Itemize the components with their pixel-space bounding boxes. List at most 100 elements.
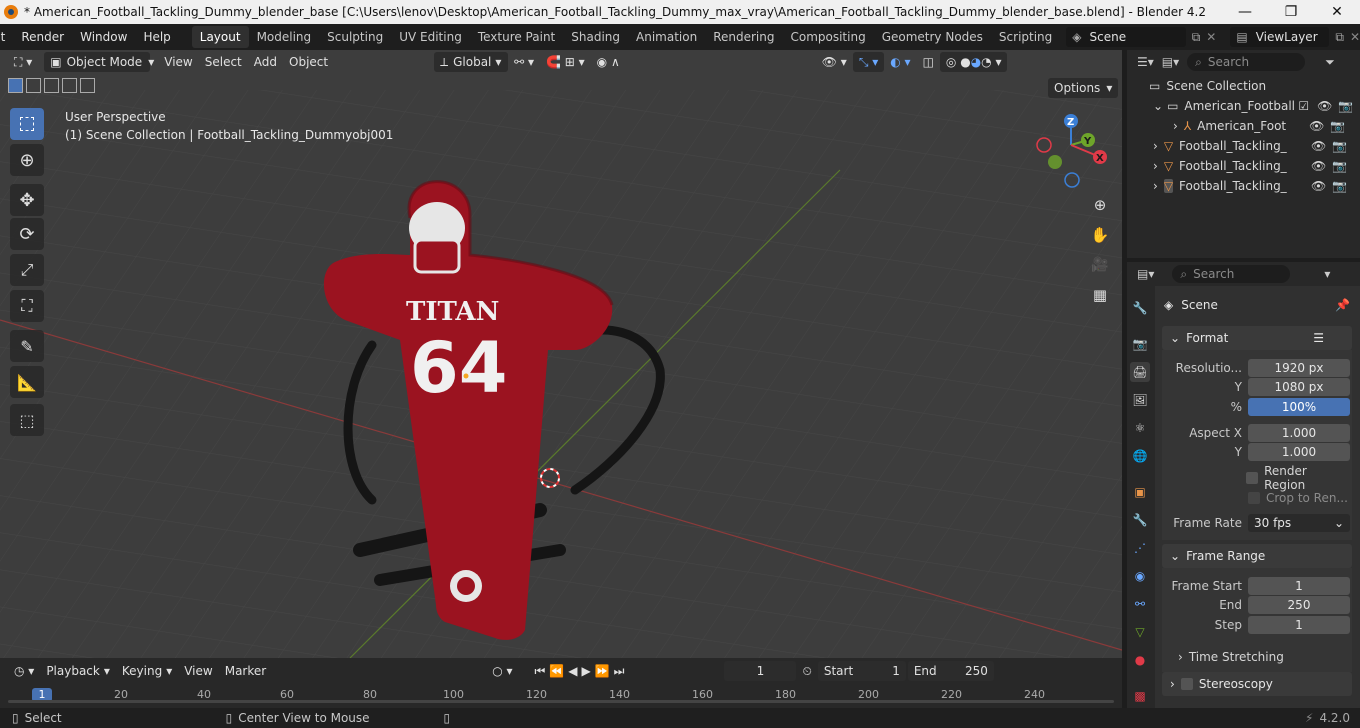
eye-icon[interactable]: 👁 xyxy=(1311,159,1326,173)
add-cube-tool[interactable]: ⬚ xyxy=(10,404,44,436)
eye-icon[interactable]: 👁 xyxy=(1311,179,1326,193)
cursor-tool[interactable]: ⊕ xyxy=(10,144,44,176)
playback-menu[interactable]: Playback ▾ xyxy=(40,661,116,681)
data-tab-icon[interactable]: ▽ xyxy=(1130,622,1150,642)
menu-add[interactable]: Add xyxy=(248,52,283,72)
material-tab-icon[interactable]: ● xyxy=(1130,650,1150,670)
output-tab-icon[interactable]: 🖨 xyxy=(1130,362,1150,382)
zoom-button[interactable]: ⊕ xyxy=(1087,192,1113,218)
menu-object[interactable]: Object xyxy=(283,52,334,72)
camera-render-icon[interactable]: 📷 xyxy=(1332,139,1347,153)
aspect-x-field[interactable]: 1.000 xyxy=(1248,424,1350,442)
frame-start-field[interactable]: 1 xyxy=(1248,577,1350,595)
properties-search[interactable]: ⌕ Search xyxy=(1172,265,1291,283)
timeline-view-menu[interactable]: View xyxy=(178,661,218,681)
menu-window[interactable]: Window xyxy=(72,24,135,50)
outliner-row-mesh-3[interactable]: › ▽ Football_Tackling_ 👁 📷 xyxy=(1127,176,1360,196)
presets-icon[interactable]: ☰ xyxy=(1313,331,1324,345)
physics-tab-icon[interactable]: ◉ xyxy=(1130,566,1150,586)
minimize-button[interactable]: — xyxy=(1222,0,1268,24)
outliner-row-collection[interactable]: ⌄ ▭ American_Football ☑ 👁 📷 xyxy=(1127,96,1360,116)
select-subtract-icon[interactable] xyxy=(44,78,59,93)
resolution-y-field[interactable]: 1080 px xyxy=(1248,378,1350,396)
annotate-tool[interactable]: ✎ xyxy=(10,330,44,362)
camera-render-icon[interactable]: 📷 xyxy=(1332,159,1347,173)
gizmo-toggle-icon[interactable]: ⤡ ▾ xyxy=(852,52,885,72)
end-frame-field[interactable]: End 250 xyxy=(907,661,994,681)
maximize-button[interactable]: ❐ xyxy=(1268,0,1314,24)
timeline-scrollbar[interactable] xyxy=(8,700,1114,703)
tab-layout[interactable]: Layout xyxy=(191,26,249,48)
options-button[interactable]: Options ▾ xyxy=(1048,78,1119,98)
rotate-tool[interactable]: ⟳ xyxy=(10,218,44,250)
resolution-percent-field[interactable]: 100% xyxy=(1248,398,1350,416)
tab-animation[interactable]: Animation xyxy=(628,26,705,48)
tab-modeling[interactable]: Modeling xyxy=(249,26,320,48)
eye-icon[interactable]: 👁 xyxy=(1309,119,1324,133)
crop-checkbox[interactable] xyxy=(1248,492,1260,504)
tab-uv-editing[interactable]: UV Editing xyxy=(391,26,470,48)
object-tab-icon[interactable]: ▣ xyxy=(1130,482,1150,502)
texture-tab-icon[interactable]: ▩ xyxy=(1130,686,1150,706)
tab-compositing[interactable]: Compositing xyxy=(782,26,873,48)
select-invert-icon[interactable] xyxy=(62,78,77,93)
menu-render[interactable]: Render xyxy=(13,24,72,50)
keying-menu[interactable]: Keying ▾ xyxy=(116,661,178,681)
shading-modes-icon[interactable]: ◎ ● ◕ ◔ ▾ xyxy=(939,52,1008,72)
new-scene-icon[interactable]: ⧉ xyxy=(1192,30,1201,45)
select-intersect-icon[interactable] xyxy=(80,78,95,93)
tab-geometry-nodes[interactable]: Geometry Nodes xyxy=(874,26,991,48)
tool-tab-icon[interactable]: 🔧 xyxy=(1130,298,1150,318)
current-frame-field[interactable]: 1 xyxy=(724,661,797,681)
frame-range-panel-header[interactable]: ⌄ Frame Range xyxy=(1162,544,1352,568)
snap-icon[interactable]: 🧲 ⊞ ▾ xyxy=(540,52,591,72)
render-region-checkbox[interactable] xyxy=(1246,472,1259,484)
orientation-selector[interactable]: ⟂ Global ▾ xyxy=(434,52,509,72)
frame-end-field[interactable]: 250 xyxy=(1248,596,1350,614)
camera-render-icon[interactable]: 📷 xyxy=(1332,179,1347,193)
pivot-icon[interactable]: ⚯ ▾ xyxy=(508,52,540,72)
particles-tab-icon[interactable]: ⋰ xyxy=(1130,538,1150,558)
select-new-icon[interactable] xyxy=(8,78,23,93)
view-layer-selector[interactable]: ▤ ViewLayer xyxy=(1230,27,1330,47)
time-stretching-subpanel[interactable]: › Time Stretching xyxy=(1178,647,1284,667)
render-tab-icon[interactable]: 📷 xyxy=(1130,334,1150,354)
render-region-row[interactable]: Render Region xyxy=(1164,464,1350,492)
select-extend-icon[interactable] xyxy=(26,78,41,93)
chevron-down-icon[interactable]: ▾ xyxy=(1324,267,1330,281)
checkbox-icon[interactable]: ☑ xyxy=(1298,99,1309,113)
constraints-tab-icon[interactable]: ⚯ xyxy=(1130,594,1150,614)
scale-tool[interactable]: ⤢ xyxy=(10,254,44,286)
scene-selector[interactable]: ◈ Scene xyxy=(1066,27,1186,47)
tab-rendering[interactable]: Rendering xyxy=(705,26,782,48)
select-mode-icons[interactable] xyxy=(8,78,95,93)
timeline-editor-icon[interactable]: ◷ ▾ xyxy=(8,661,40,681)
outliner-search[interactable]: ⌕ Search xyxy=(1187,53,1306,71)
stereoscopy-checkbox[interactable] xyxy=(1180,678,1193,690)
transform-tool[interactable]: ⛶ xyxy=(10,290,44,322)
move-tool[interactable]: ✥ xyxy=(10,184,44,216)
properties-editor-icon[interactable]: ▤▾ xyxy=(1137,267,1154,281)
menu-lit[interactable]: lit xyxy=(0,24,13,50)
outliner-editor-icon[interactable]: ☰▾ xyxy=(1137,55,1154,69)
menu-select[interactable]: Select xyxy=(199,52,248,72)
delete-scene-icon[interactable]: ✕ xyxy=(1206,30,1216,44)
menu-view[interactable]: View xyxy=(158,52,198,72)
timeline-ruler[interactable]: 1 20 40 60 80 100 120 140 160 180 200 22… xyxy=(8,686,1114,704)
display-mode-icon[interactable]: ▤▾ xyxy=(1162,55,1179,69)
tab-sculpting[interactable]: Sculpting xyxy=(319,26,391,48)
outliner-row-mesh-2[interactable]: › ▽ Football_Tackling_ 👁 📷 xyxy=(1127,156,1360,176)
pin-icon[interactable]: 📌 xyxy=(1335,298,1350,312)
tab-shading[interactable]: Shading xyxy=(563,26,628,48)
proportional-edit-icon[interactable]: ◉ ∧ xyxy=(591,52,626,72)
select-box-tool[interactable] xyxy=(10,108,44,140)
resolution-x-field[interactable]: 1920 px xyxy=(1248,359,1350,377)
world-tab-icon[interactable]: 🌐 xyxy=(1130,446,1150,466)
frame-rate-dropdown[interactable]: 30 fps ⌄ xyxy=(1248,514,1350,532)
outliner-row-armature[interactable]: › ⅄ American_Foot 👁 📷 xyxy=(1127,116,1360,136)
filter-icon[interactable]: ⏷ xyxy=(1325,55,1335,70)
ortho-toggle-button[interactable]: ▦ xyxy=(1087,282,1113,308)
camera-view-button[interactable]: 🎥 xyxy=(1087,252,1113,278)
scene-tab-icon[interactable]: ⚛ xyxy=(1130,418,1150,438)
preview-range-icon[interactable]: ⏲ xyxy=(796,661,817,681)
